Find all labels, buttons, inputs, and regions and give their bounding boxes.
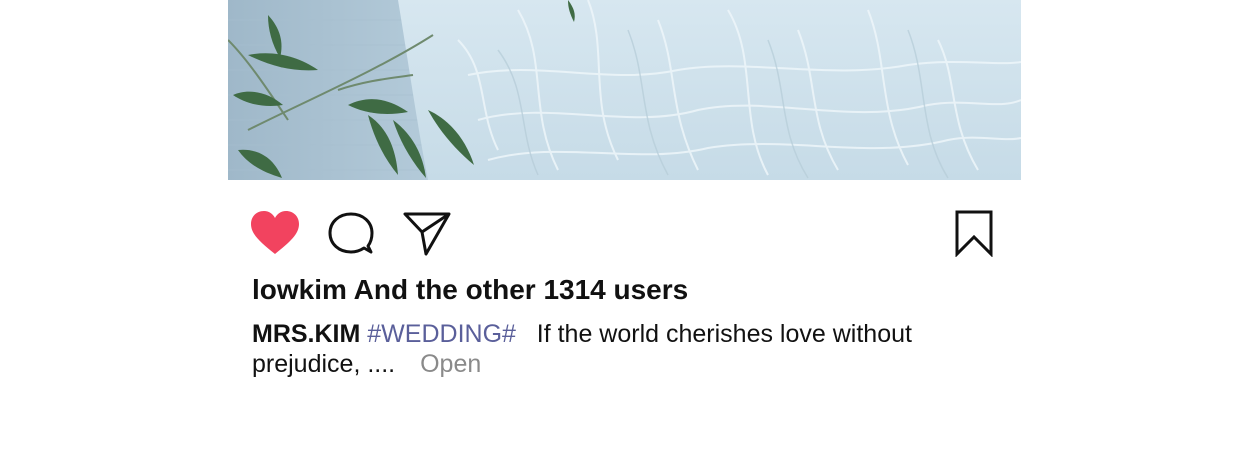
caption-text-line2: prejudice, .... xyxy=(252,350,396,378)
likes-summary: lowkim And the other 1314 users xyxy=(252,274,688,306)
like-button[interactable] xyxy=(247,205,303,261)
open-caption-link[interactable]: Open xyxy=(420,350,481,378)
bookmark-button[interactable] xyxy=(946,205,1002,261)
heart-icon xyxy=(251,211,299,254)
post-caption: MRS.KIM #WEDDING# If the world cherishes… xyxy=(252,319,932,379)
caption-hashtag[interactable]: #WEDDING# xyxy=(367,320,516,348)
liker-username[interactable]: lowkim xyxy=(252,274,347,305)
comment-button[interactable] xyxy=(323,205,379,261)
caption-author[interactable]: MRS.KIM xyxy=(252,320,360,348)
share-button[interactable] xyxy=(399,205,455,261)
speech-bubble-icon xyxy=(328,212,374,254)
post-photo[interactable] xyxy=(228,0,1021,180)
feed-post: lowkim And the other 1314 users MRS.KIM … xyxy=(0,0,1250,476)
bookmark-icon xyxy=(955,210,993,257)
wedding-dress-image xyxy=(228,0,1021,180)
post-action-bar xyxy=(0,205,1250,261)
paper-plane-icon xyxy=(403,212,451,256)
likes-count-text[interactable]: And the other 1314 users xyxy=(354,274,689,305)
caption-text-line1: If the world cherishes love without xyxy=(536,320,912,348)
